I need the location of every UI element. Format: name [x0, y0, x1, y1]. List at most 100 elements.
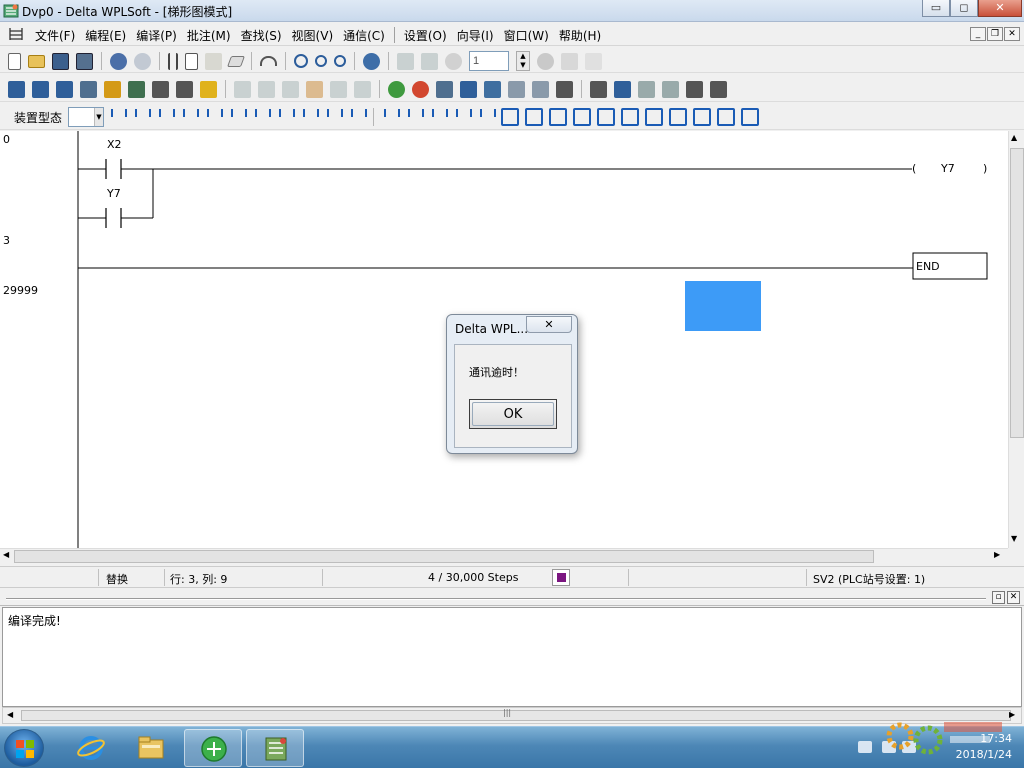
memory-icon[interactable]	[354, 80, 371, 98]
horizontal-scroll-thumb[interactable]	[14, 550, 874, 563]
contact-nc-f2-icon[interactable]	[132, 108, 151, 126]
list-icon[interactable]	[176, 80, 193, 98]
step-spinner[interactable]: ▲ ▼	[516, 51, 530, 71]
taskbar-app-wplsoft[interactable]	[246, 729, 304, 767]
close-button[interactable]: ✕	[978, 0, 1022, 17]
vertical-scroll-thumb[interactable]	[1010, 148, 1024, 438]
code-icon[interactable]	[484, 80, 501, 98]
menu-comment[interactable]: 批注(M)	[182, 27, 236, 44]
chat-icon[interactable]	[436, 80, 453, 98]
pulse-np-icon[interactable]	[381, 108, 400, 126]
mail-icon[interactable]	[669, 108, 687, 126]
scroll-right-icon[interactable]: ▶	[994, 550, 1000, 559]
contact-rise-f5-icon[interactable]	[204, 108, 223, 126]
mdi-minimize-button[interactable]: _	[970, 27, 986, 41]
panel-grip[interactable]	[6, 598, 986, 600]
globe-icon[interactable]	[388, 80, 405, 98]
offline-icon[interactable]	[134, 52, 151, 70]
instruction-view-icon[interactable]	[32, 80, 49, 98]
mdi-close-button[interactable]: ✕	[1004, 27, 1020, 41]
inverse-icon[interactable]	[429, 108, 448, 126]
table-icon[interactable]	[152, 80, 169, 98]
grid-icon[interactable]	[330, 80, 347, 98]
segment-icon[interactable]	[508, 80, 525, 98]
step-input[interactable]	[469, 51, 509, 71]
switch-icon[interactable]	[717, 108, 735, 126]
contact-nc-f4-icon[interactable]	[180, 108, 199, 126]
block-icon[interactable]	[645, 108, 663, 126]
menu-communication[interactable]: 通信(C)	[338, 27, 390, 44]
ladder-vertical-scrollbar[interactable]: ▲ ▼	[1008, 131, 1024, 548]
document-ladder-icon[interactable]	[8, 26, 24, 42]
zoom-in-icon[interactable]	[315, 55, 327, 67]
contact-label-x2[interactable]: X2	[107, 138, 122, 151]
register-icon[interactable]	[128, 80, 145, 98]
minimize-button[interactable]: ▭	[922, 0, 950, 17]
maximize-button[interactable]: ◻	[950, 0, 978, 17]
compare-icon[interactable]	[532, 80, 549, 98]
open-folder-icon[interactable]	[28, 54, 45, 68]
search-icon[interactable]	[638, 80, 655, 98]
bar-icon[interactable]	[693, 108, 711, 126]
online-icon[interactable]	[110, 52, 127, 70]
undo-icon[interactable]	[260, 56, 277, 66]
contact-label-y7[interactable]: Y7	[107, 187, 121, 200]
comment-icon[interactable]	[234, 80, 251, 98]
scroll-up-icon[interactable]: ▲	[1011, 133, 1017, 142]
help-icon[interactable]	[363, 52, 380, 70]
download-icon[interactable]	[460, 80, 477, 98]
stack-icon[interactable]	[597, 108, 615, 126]
menu-wizard[interactable]: 向导(I)	[452, 27, 499, 44]
keyboard-icon[interactable]	[858, 741, 872, 753]
horizontal-line-f9-icon[interactable]	[300, 108, 319, 126]
contact-fall-f6-icon[interactable]	[228, 108, 247, 126]
zoom-out-icon[interactable]	[334, 55, 346, 67]
menu-edit[interactable]: 编程(E)	[80, 27, 131, 44]
sfc-view-icon[interactable]	[56, 80, 73, 98]
pencil-icon[interactable]	[200, 80, 217, 98]
save-as-icon[interactable]	[76, 52, 93, 70]
scroll-left-icon[interactable]: ◀	[3, 550, 9, 559]
taskbar-app-browser[interactable]	[184, 729, 242, 767]
scroll-left-icon[interactable]: ◀	[7, 710, 13, 719]
device-type-select[interactable]: ▼	[68, 107, 104, 127]
device-comment-icon[interactable]	[80, 80, 97, 98]
menu-options[interactable]: 设置(O)	[399, 27, 452, 44]
edit-icon[interactable]	[104, 80, 121, 98]
vertical-line-f11-icon[interactable]	[324, 108, 343, 126]
ladder-view-icon[interactable]	[8, 80, 25, 98]
bar-chart-icon[interactable]	[686, 80, 703, 98]
cut-icon[interactable]	[168, 52, 178, 70]
menu-window[interactable]: 窗口(W)	[499, 27, 554, 44]
memory-m0-icon[interactable]	[453, 108, 472, 126]
menu-help[interactable]: 帮助(H)	[554, 27, 606, 44]
new-file-icon[interactable]	[8, 52, 21, 70]
menu-file[interactable]: 文件(F)	[30, 27, 80, 44]
zoom-icon[interactable]	[294, 54, 308, 68]
copy-icon[interactable]	[185, 52, 198, 70]
memory-mr0-icon[interactable]	[477, 108, 496, 126]
save-icon[interactable]	[52, 52, 69, 70]
menu-view[interactable]: 视图(V)	[287, 27, 339, 44]
instruction-f8-icon[interactable]	[276, 108, 295, 126]
contact-no-f1-icon[interactable]	[108, 108, 127, 126]
paste-icon[interactable]	[205, 52, 222, 70]
step-up-icon[interactable]	[397, 52, 414, 70]
trend-icon[interactable]	[573, 108, 591, 126]
coil-f7-icon[interactable]	[252, 108, 271, 126]
panel-pin-button[interactable]: ▫	[992, 591, 1005, 604]
stop-circle-icon[interactable]	[412, 80, 429, 98]
pid-icon[interactable]	[525, 108, 543, 126]
message-scroll-thumb[interactable]	[21, 710, 1011, 721]
taskbar-app-ie[interactable]	[62, 729, 120, 767]
dialog-ok-button[interactable]: OK	[469, 399, 557, 429]
settings-gear-icon[interactable]	[282, 80, 299, 98]
ladder-block-icon[interactable]	[741, 108, 759, 126]
run-icon[interactable]	[561, 52, 578, 70]
eraser-icon[interactable]	[226, 55, 246, 67]
menu-search[interactable]: 查找(S)	[236, 27, 287, 44]
stop-icon[interactable]	[537, 52, 554, 70]
taskbar-app-explorer[interactable]	[122, 729, 180, 767]
target-icon[interactable]	[501, 108, 519, 126]
chevron-down-icon[interactable]: ▼	[94, 108, 103, 126]
